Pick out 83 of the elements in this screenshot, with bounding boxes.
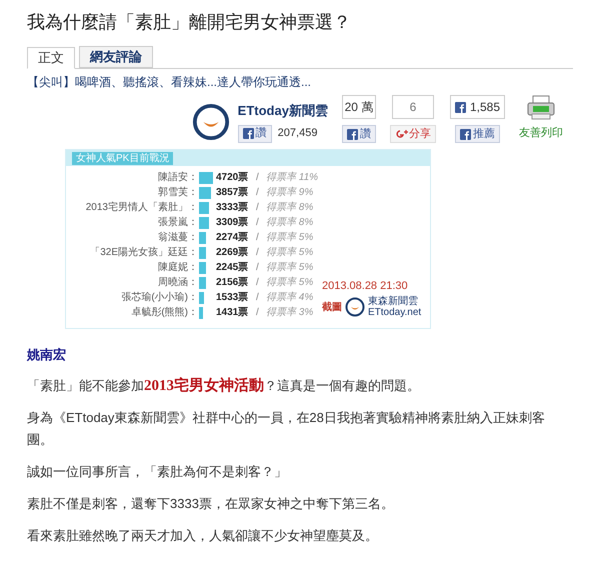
gplus-icon <box>394 128 409 140</box>
article-paragraph: 身為《ETtoday東森新聞雲》社群中心的一員，在28日我抱著實驗精神將素肚納入正妹刺客團。 <box>27 408 546 448</box>
vote-count: 1431票 <box>216 306 250 320</box>
like-count: 207,459 <box>278 126 318 142</box>
facebook-icon <box>454 102 466 112</box>
candidate-name: 「32E陽光女孩」廷廷： <box>89 246 198 260</box>
separator: / <box>256 171 260 185</box>
article-paragraph: 素肚不僅是刺客，還奪下3333票，在眾家女神之中奪下第三名。 <box>27 494 395 512</box>
separator: / <box>256 231 260 245</box>
vote-bar <box>199 246 206 258</box>
vote-bar <box>199 186 211 198</box>
screenshot-label: 截圖 <box>322 300 342 314</box>
vote-bar <box>199 276 206 288</box>
share-count: 20 萬 <box>342 95 376 119</box>
poll-title: 女神人氣PK目前戰況 <box>72 152 174 164</box>
vote-rate: 得票率 5% <box>266 230 314 245</box>
candidate-name: 張芯瑜(小小瑜)： <box>120 290 198 305</box>
article-paragraph: 看來素肚雖然晚了兩天才加入，人氣卻讓不少女神望塵莫及。 <box>27 526 379 544</box>
candidate-name: 陳語安： <box>157 170 198 185</box>
vote-rate: 得票率 5% <box>266 246 314 260</box>
tab[interactable]: 網友評論 <box>79 46 153 68</box>
vote-rate: 得票率 3% <box>266 306 314 320</box>
brand-site: ETtoday.net <box>368 307 422 318</box>
screenshot-timestamp: 2013.08.28 21:30 <box>322 278 408 294</box>
vote-count: 2245票 <box>216 261 250 275</box>
vote-bar <box>199 216 209 228</box>
separator: / <box>256 186 260 200</box>
facebook-icon <box>460 128 471 140</box>
candidate-name: 陳庭妮： <box>157 260 198 275</box>
article-paragraph: 「素肚」能不能參加2013宅男女神活動？這真是一個有趣的問題。 <box>27 376 421 396</box>
candidate-name: 郭雪芙： <box>157 186 198 200</box>
vote-count: 4720票 <box>216 171 250 185</box>
separator: / <box>256 201 260 215</box>
like-button[interactable]: 讚 <box>342 125 376 143</box>
publisher-name[interactable]: ETtoday新聞雲 <box>238 101 328 120</box>
smile-logo-icon <box>345 297 365 317</box>
author-name[interactable]: 姚南宏 <box>27 345 573 364</box>
share-count: 6 <box>392 95 434 119</box>
vote-count: 1533票 <box>216 291 250 305</box>
vote-count: 2156票 <box>216 276 250 290</box>
separator: / <box>256 276 260 290</box>
separator: / <box>256 261 260 275</box>
separator: / <box>256 246 260 260</box>
vote-bar <box>199 306 203 318</box>
candidate-name: 周曉涵： <box>157 276 198 290</box>
brand-name: 東森新聞雲 <box>368 296 419 307</box>
vote-bar <box>199 202 209 214</box>
gplus-share-button[interactable]: 分享 <box>390 125 436 143</box>
vote-bar <box>199 292 204 304</box>
separator: / <box>256 291 260 305</box>
smile-logo-icon <box>192 102 230 141</box>
vote-count: 2274票 <box>216 231 250 245</box>
share-count: 1,585 <box>450 95 505 119</box>
vote-rate: 得票率 5% <box>266 260 314 275</box>
like-button[interactable]: 讚 <box>238 124 272 142</box>
candidate-name: 2013宅男情人「素肚」： <box>84 200 198 215</box>
vote-count: 2269票 <box>216 246 250 260</box>
vote-rate: 得票率 11% <box>266 170 320 185</box>
tab[interactable]: 正文 <box>27 47 75 69</box>
vote-count: 3309票 <box>216 216 250 230</box>
recommend-button[interactable]: 推薦 <box>454 125 500 143</box>
vote-rate: 得票率 9% <box>266 186 314 200</box>
vote-bar <box>199 232 206 244</box>
vote-count: 3333票 <box>216 201 250 215</box>
vote-count: 3857票 <box>216 186 250 200</box>
candidate-name: 卓毓彤(熊熊)： <box>130 306 198 320</box>
vote-rate: 得票率 5% <box>266 276 314 290</box>
vote-rate: 得票率 8% <box>266 200 314 215</box>
article-title: 我為什麼請「素肚」離開宅男女神票選？ <box>27 11 352 34</box>
printer-icon[interactable] <box>526 95 556 121</box>
vote-bar <box>199 262 206 274</box>
facebook-icon <box>242 128 254 139</box>
separator: / <box>256 216 260 230</box>
article-paragraph: 誠如一位同事所言，「素肚為何不是刺客？」 <box>27 462 288 480</box>
print-link[interactable]: 友善列印 <box>519 125 563 142</box>
candidate-name: 翁滋蔓： <box>157 230 198 245</box>
facebook-icon <box>346 128 358 140</box>
vote-rate: 得票率 4% <box>266 290 314 305</box>
separator: / <box>256 306 260 320</box>
teaser-link[interactable]: 【尖叫】喝啤酒、聽搖滾、看辣妹...達人帶你玩通透... <box>27 73 573 91</box>
candidate-name: 張景嵐： <box>157 216 198 230</box>
vote-bar <box>199 172 213 184</box>
vote-rate: 得票率 8% <box>266 216 314 230</box>
